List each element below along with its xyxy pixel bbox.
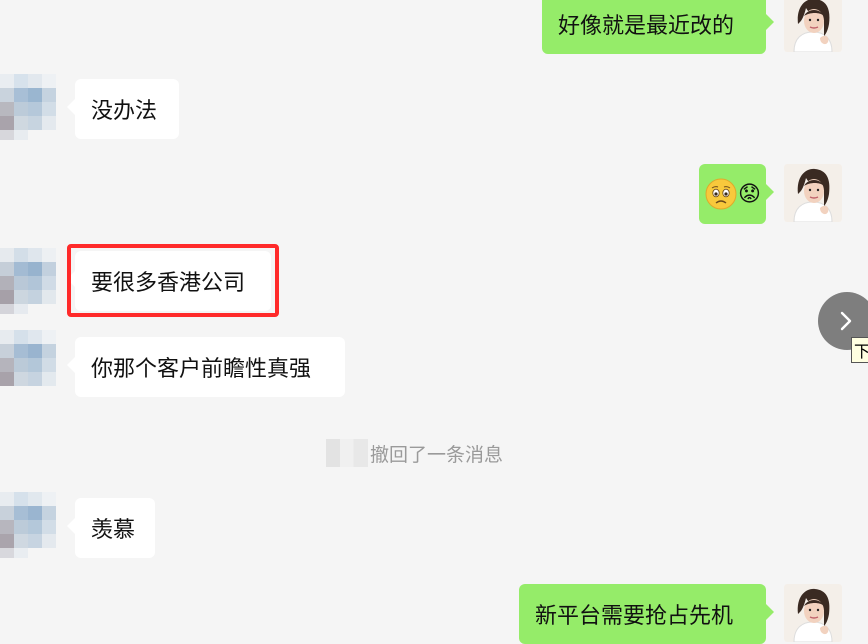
message-bubble-outgoing[interactable]: 😟 [699,164,774,224]
worried-face-emoji-icon [705,178,737,210]
message-text: 你那个客户前瞻性真强 [91,357,312,382]
message-bubble-outgoing[interactable]: 好像就是最近改的 [542,0,774,54]
user-photo-icon [784,584,842,642]
message-bubble-incoming[interactable]: 没办法 [67,79,179,139]
avatar-contact[interactable] [0,330,56,396]
message-bubble-incoming[interactable]: 你那个客户前瞻性真强 [67,337,345,397]
highlight-box [67,244,279,317]
avatar-contact[interactable] [0,74,56,140]
message-text: 好像就是最近改的 [558,14,735,39]
scroll-tooltip: 下 [851,337,868,363]
user-photo-icon [784,0,842,52]
system-note-text: 撤回了一条消息 [370,443,504,466]
message-bubble-incoming[interactable]: 羡慕 [67,498,155,558]
system-note-recalled: 撤回了一条消息 [326,438,503,468]
message-text: 没办法 [91,99,158,124]
message-text: 新平台需要抢占先机 [535,604,734,629]
avatar-contact[interactable] [0,248,56,314]
avatar-me[interactable] [784,0,842,52]
message-text: 羡慕 [91,518,136,543]
avatar-me[interactable] [784,584,842,642]
avatar-contact[interactable] [0,492,56,558]
chevron-right-icon [840,311,852,331]
tooltip-text: 下 [854,338,868,362]
user-photo-icon [784,164,842,222]
avatar-me[interactable] [784,164,842,222]
blurred-name [326,439,368,467]
message-bubble-outgoing[interactable]: 新平台需要抢占先机 [519,584,774,644]
